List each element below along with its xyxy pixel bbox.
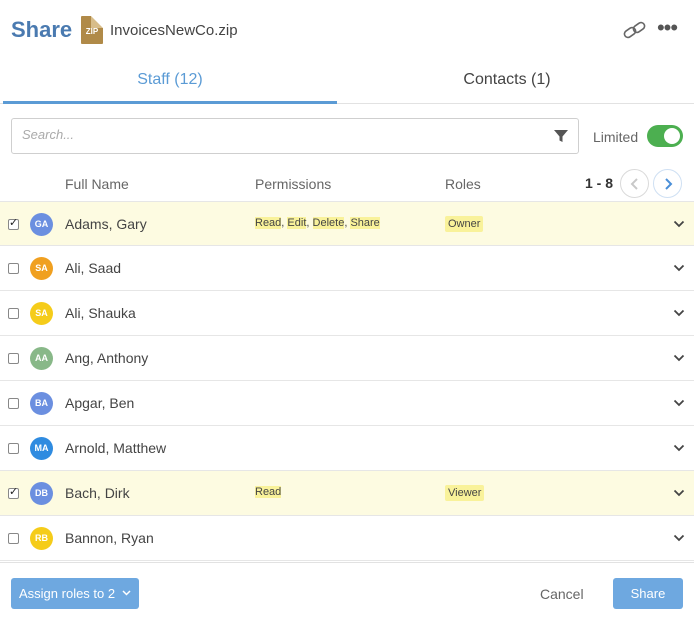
file-name: InvoicesNewCo.zip — [110, 22, 238, 39]
row-checkbox[interactable] — [8, 443, 19, 454]
row-checkbox[interactable] — [8, 308, 19, 319]
chevron-down-icon[interactable] — [673, 263, 685, 273]
avatar: AA — [30, 347, 53, 370]
row-checkbox[interactable] — [8, 533, 19, 544]
dialog-footer: Assign roles to 2 Cancel Share — [0, 562, 694, 623]
role-badge: Viewer — [445, 485, 485, 501]
avatar: GA — [30, 213, 53, 236]
previous-page-button[interactable] — [620, 169, 649, 198]
tab-bar: Staff (12) Contacts (1) — [0, 60, 694, 104]
row-checkbox[interactable] — [8, 216, 19, 230]
staff-name: Adams, Gary — [65, 216, 147, 232]
permission-item: Delete — [312, 217, 345, 229]
zip-file-icon: ZIP — [81, 16, 103, 44]
chevron-down-icon[interactable] — [673, 308, 685, 318]
staff-name: Ali, Saad — [65, 260, 122, 276]
row-checkbox[interactable] — [8, 353, 19, 364]
chevron-down-icon[interactable] — [673, 398, 685, 408]
cancel-button[interactable]: Cancel — [540, 586, 584, 602]
zip-file-icon-label: ZIP — [85, 27, 99, 36]
column-full-name[interactable]: Full Name — [65, 176, 129, 192]
column-permissions[interactable]: Permissions — [255, 176, 331, 192]
dialog-title: Share — [11, 17, 73, 42]
avatar: SA — [30, 302, 53, 325]
staff-name: Ang, Anthony — [65, 350, 149, 366]
permissions-list: Read, Edit, Delete, Share — [255, 217, 380, 229]
more-options-icon[interactable]: ••• — [655, 17, 679, 42]
link-icon[interactable] — [622, 20, 648, 40]
permissions-list: Read — [255, 486, 282, 498]
next-page-button[interactable] — [653, 169, 682, 198]
avatar: DB — [30, 482, 53, 505]
row-checkbox[interactable] — [8, 485, 19, 499]
permission-item: Edit — [287, 217, 307, 229]
tab-contacts[interactable]: Contacts (1) — [337, 60, 677, 104]
avatar: MA — [30, 437, 53, 460]
staff-name: Bannon, Ryan — [65, 530, 154, 546]
chevron-left-icon — [630, 178, 638, 190]
permission-item: Read — [255, 217, 282, 229]
column-roles[interactable]: Roles — [445, 176, 481, 192]
row-checkbox[interactable] — [8, 263, 19, 274]
assign-roles-button[interactable]: Assign roles to 2 — [11, 578, 139, 609]
staff-row[interactable]: SA Ali, Saad — [0, 246, 694, 291]
staff-name: Ali, Shauka — [65, 305, 136, 321]
share-button[interactable]: Share — [613, 578, 683, 609]
row-checkbox[interactable] — [8, 398, 19, 409]
staff-name: Apgar, Ben — [65, 395, 135, 411]
avatar: RB — [30, 527, 53, 550]
permission-item: Share — [350, 217, 380, 229]
staff-name: Bach, Dirk — [65, 485, 130, 501]
search-box — [11, 118, 579, 154]
chevron-down-icon[interactable] — [673, 353, 685, 363]
share-header: Share ZIP InvoicesNewCo.zip ••• — [0, 0, 694, 60]
staff-row[interactable]: MA Arnold, Matthew — [0, 426, 694, 471]
assign-roles-label: Assign roles to 2 — [19, 586, 116, 601]
limited-toggle[interactable] — [647, 125, 683, 147]
search-input[interactable] — [22, 127, 542, 142]
staff-name: Arnold, Matthew — [65, 440, 167, 456]
filter-icon[interactable] — [553, 128, 569, 144]
limited-label: Limited — [593, 129, 639, 145]
staff-row[interactable]: DB Bach, Dirk Read Viewer — [0, 471, 694, 516]
staff-list: GA Adams, Gary Read, Edit, Delete, Share Ow… — [0, 201, 694, 561]
chevron-right-icon — [665, 178, 673, 190]
staff-row[interactable]: SA Ali, Shauka — [0, 291, 694, 336]
chevron-down-icon[interactable] — [673, 219, 685, 229]
chevron-down-icon — [122, 590, 131, 596]
avatar: BA — [30, 392, 53, 415]
staff-row[interactable]: GA Adams, Gary Read, Edit, Delete, Share Ow… — [0, 201, 694, 246]
staff-row[interactable]: BA Apgar, Ben — [0, 381, 694, 426]
staff-row[interactable]: RB Bannon, Ryan — [0, 516, 694, 561]
pager-range: 1 - 8 — [585, 175, 614, 191]
tab-staff[interactable]: Staff (12) — [3, 60, 337, 104]
chevron-down-icon[interactable] — [673, 533, 685, 543]
toggle-knob — [664, 128, 680, 144]
permission-item: Read — [255, 486, 282, 498]
staff-row[interactable]: AA Ang, Anthony — [0, 336, 694, 381]
chevron-down-icon[interactable] — [673, 488, 685, 498]
role-badge: Owner — [445, 216, 484, 232]
avatar: SA — [30, 257, 53, 280]
chevron-down-icon[interactable] — [673, 443, 685, 453]
